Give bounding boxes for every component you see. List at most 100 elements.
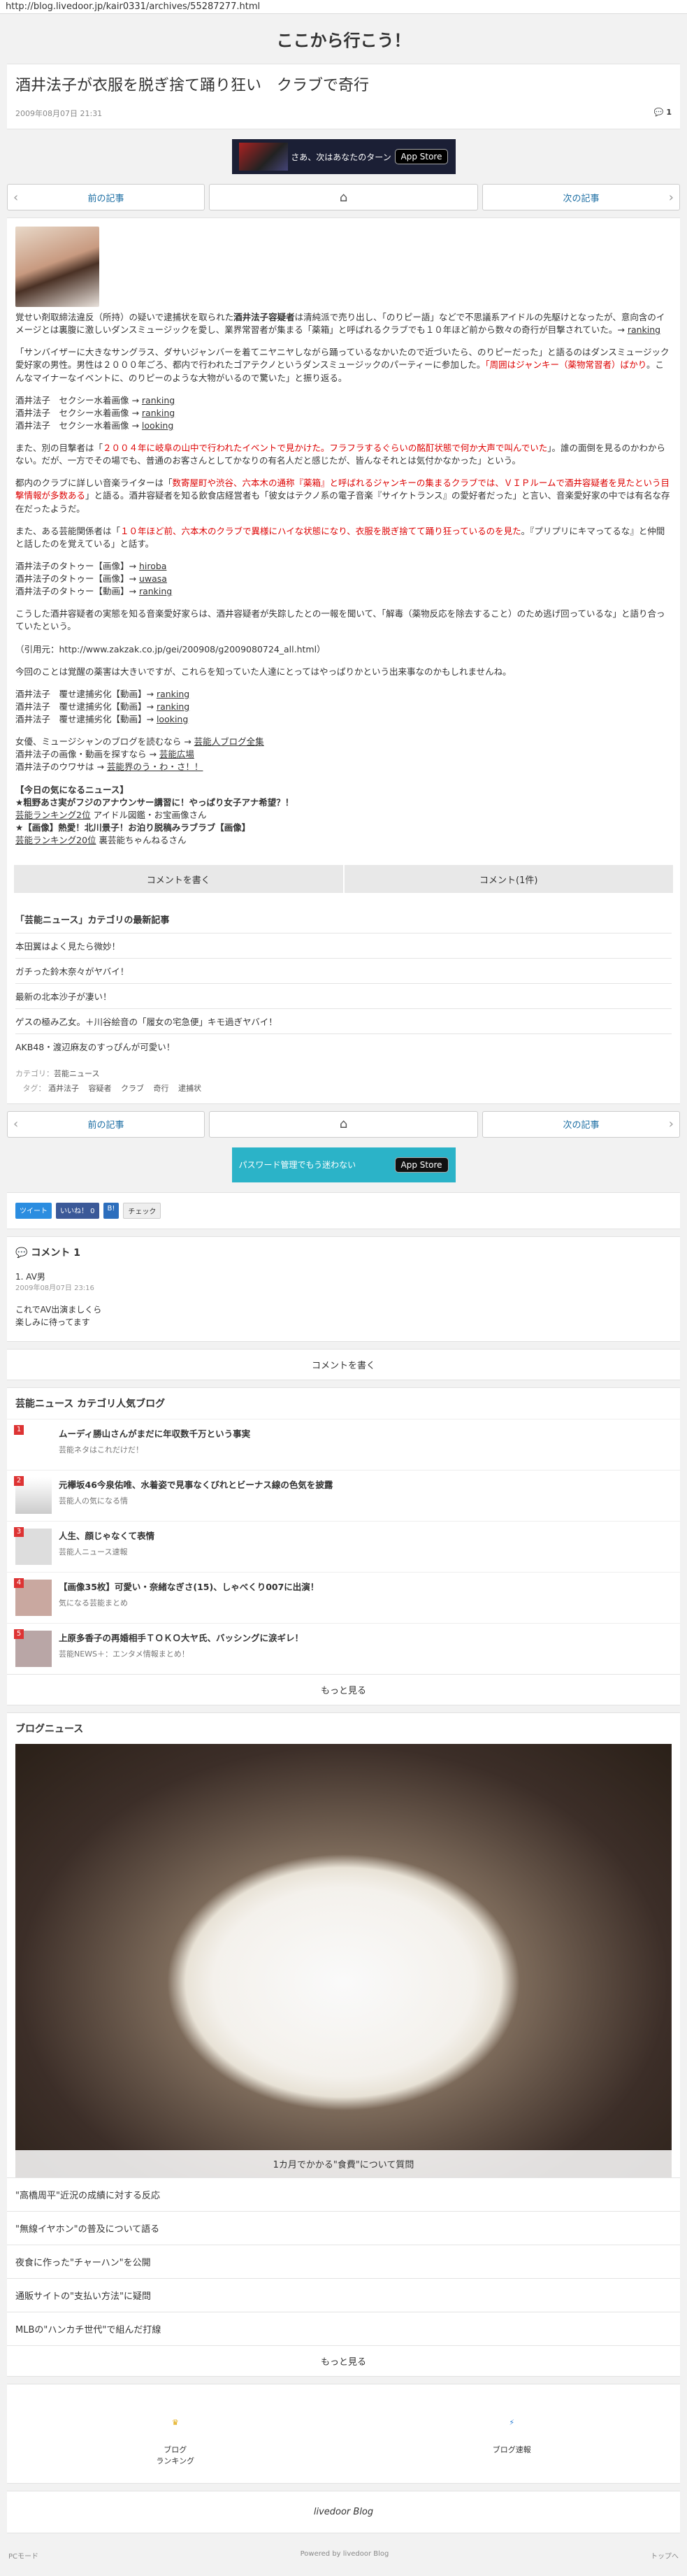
list-link[interactable]: looking xyxy=(157,714,188,724)
list-link[interactable]: 芸能人ブログ全集 xyxy=(194,736,264,747)
ranking-item[interactable]: 1 ムーディ勝山さんがまだに年収数千万という事実 芸能ネタはこれだけだ！ xyxy=(7,1418,680,1470)
home-button[interactable]: ⌂ xyxy=(208,184,479,210)
news-item[interactable]: "高橋周平"近況の成績に対する反応 xyxy=(7,2177,680,2211)
rank-badge: 3 xyxy=(14,1526,24,1537)
news-item[interactable]: 通販サイトの"支払い方法"に疑問 xyxy=(7,2277,680,2312)
news-item[interactable]: "無線イヤホン"の普及について語る xyxy=(7,2210,680,2245)
list-link[interactable]: ranking xyxy=(142,395,175,406)
comment-count-value: 1 xyxy=(666,108,672,117)
link-list-3: 酒井法子 覆せ逮捕劣化【動画】→ ranking 酒井法子 覆せ逮捕劣化【動画】… xyxy=(15,688,190,724)
ranking-item[interactable]: 3 人生、顔じゃなくて表情 芸能人ニュース速報 xyxy=(7,1520,680,1572)
ad-text: パスワード管理でもう迷わない xyxy=(238,1160,356,1171)
check-button[interactable]: チェック xyxy=(123,1202,161,1219)
news-hero-image[interactable]: 1カ月でかかる"食費"について質問 xyxy=(15,1743,672,2177)
article-pager-top: 前の記事 ⌂ 次の記事 xyxy=(7,184,680,210)
list-link[interactable]: 芸能界のう・わ・さ！！ xyxy=(107,761,203,772)
article-date: 2009年08月07日 21:31 xyxy=(15,109,103,118)
list-link[interactable]: ranking xyxy=(142,408,175,418)
latest-item[interactable]: 最新の北本沙子が凄い！ xyxy=(15,983,672,1008)
latest-heading: 「芸能ニュース」カテゴリの最新記事 xyxy=(15,915,170,926)
category-link[interactable]: 芸能ニュース xyxy=(54,1069,99,1078)
next-article-button[interactable]: 次の記事 xyxy=(482,184,680,210)
ad-image xyxy=(238,143,288,171)
ranking-item[interactable]: 2 元欅坂46今泉佑唯、水着姿で見事なくびれとビーナス線の色気を披露 芸能人の気に… xyxy=(7,1469,680,1521)
prev-article-button[interactable]: 前の記事 xyxy=(7,184,205,210)
latest-item[interactable]: AKB48・渡辺麻友のすっぴんが可愛い！ xyxy=(15,1033,672,1059)
view-comments-button[interactable]: コメント(1件) xyxy=(344,865,673,894)
rank-badge: 2 xyxy=(14,1475,24,1486)
ad-banner-top[interactable]: さあ、次はあなたのターン App Store xyxy=(231,139,456,174)
comments-section: 💬 コメント 1 1. AV男 2009年08月07日 23:16 これでAV出… xyxy=(7,1236,680,1342)
article-photo xyxy=(15,227,99,307)
comment-count[interactable]: 💬 1 xyxy=(654,108,672,119)
list-link[interactable]: ranking xyxy=(157,689,189,699)
tags: カテゴリ：芸能ニュース タグ： 酒井法子 容疑者 クラブ 奇行 逮捕状 xyxy=(15,1069,201,1094)
article-header: 酒井法子が衣服を脱ぎ捨て踊り狂い クラブで奇行 2009年08月07日 21:3… xyxy=(7,64,680,129)
news-more-link[interactable]: もっと見る xyxy=(7,2345,680,2376)
write-comment-button[interactable]: コメントを書く xyxy=(14,865,343,894)
blog-news: ブログニュース 1カ月でかかる"食費"について質問 "高橋周平"近況の成績に対す… xyxy=(7,1712,680,2377)
list-link[interactable]: ranking xyxy=(139,586,172,596)
paragraph-3: また、別の目撃者は「２００４年に岐阜の山中で行われたイベントで見かけた。フラフラ… xyxy=(15,443,666,466)
paragraph-2: 「サンバイザーに大きなサングラス、ダサいジャンバーを着てニヤニヤしながら踊ってい… xyxy=(15,347,670,383)
home-button[interactable]: ⌂ xyxy=(208,1110,479,1138)
blog-speed-link[interactable]: ⚡ ブログ速報 xyxy=(344,2384,681,2483)
source-citation: （引用元：http://www.zakzak.co.jp/gei/200908/… xyxy=(15,643,326,654)
blog-news-title: ブログニュース xyxy=(15,1723,84,1735)
tweet-button[interactable]: ツイート xyxy=(15,1202,52,1219)
comment-text: 楽しみに待ってます xyxy=(15,1317,90,1327)
ranking-item[interactable]: 4 【画像35枚】可愛い・奈緒なぎさ(15)、しゃべくり007に出演！ 気になる芸… xyxy=(7,1571,680,1623)
latest-item[interactable]: 本田翼はよく見たら微妙！ xyxy=(15,933,672,958)
link-list-4: 女優、ミュージシャンのブログを読むなら → 芸能人ブログ全集 酒井法子の画像・動… xyxy=(15,736,264,773)
ranking-link[interactable]: 芸能ランキング20位 xyxy=(15,835,96,845)
list-link[interactable]: looking xyxy=(142,420,173,431)
ranking-more-link[interactable]: もっと見る xyxy=(7,1673,680,1705)
tag-link[interactable]: 酒井法子 xyxy=(48,1084,79,1093)
todays-news-title: 【今日の気になるニュース】 xyxy=(15,784,129,795)
prev-article-button[interactable]: 前の記事 xyxy=(7,1110,205,1138)
news-item[interactable]: 夜食に作った"チャーハン"を公開 xyxy=(7,2244,680,2278)
list-link[interactable]: 芸能広場 xyxy=(159,749,194,759)
ranking-link[interactable]: ranking xyxy=(628,324,660,335)
crown-icon: ♛ xyxy=(171,2417,179,2427)
site-title[interactable]: ここから行こう！ xyxy=(0,14,687,64)
paragraph-5: また、ある芸能関係者は「１０年ほど前、六本木のクラブで異様にハイな状態になり、衣… xyxy=(15,525,665,549)
paragraph-4: 都内のクラブに詳しい音楽ライターは「数寄屋町や渋谷、六本木の通称『薬箱』と呼ばれ… xyxy=(15,478,670,514)
tag-link[interactable]: 逮捕状 xyxy=(178,1084,201,1093)
write-comment-link[interactable]: コメントを書く xyxy=(7,1350,680,1380)
news-item[interactable]: MLBの"ハンカチ世代"で組んだ打線 xyxy=(7,2311,680,2345)
ad-banner-bottom[interactable]: パスワード管理でもう迷わない App Store xyxy=(231,1147,456,1182)
latest-item[interactable]: ガチった鈴木奈々がヤバイ！ xyxy=(15,958,672,983)
article-pager-bottom: 前の記事 ⌂ 次の記事 xyxy=(7,1110,680,1138)
rank-badge: 4 xyxy=(14,1577,24,1588)
powered-by: Powered by livedoor Blog xyxy=(300,2549,389,2558)
link-list-2: 酒井法子のタトゥー【画像】→ hiroba 酒井法子のタトゥー【画像】→ uwa… xyxy=(15,560,173,597)
write-comment-bar: コメントを書く xyxy=(7,1348,680,1380)
pc-mode-link[interactable]: PCモード xyxy=(8,2550,38,2561)
ranking-title: 芸能ニュース カテゴリ人気ブログ xyxy=(15,1398,166,1410)
hatena-bookmark-button[interactable]: B! xyxy=(103,1202,120,1219)
tag-link[interactable]: クラブ xyxy=(121,1084,144,1093)
home-icon: ⌂ xyxy=(339,1117,348,1132)
tag-link[interactable]: 奇行 xyxy=(154,1084,169,1093)
list-link[interactable]: uwasa xyxy=(139,573,167,584)
list-link[interactable]: hiroba xyxy=(139,561,167,571)
ad-text: さあ、次はあなたのターン xyxy=(291,152,391,162)
latest-item[interactable]: ゲスの極み乙女。＋川谷絵音の「履女の宅急便」キモ過ぎヤバイ！ xyxy=(15,1008,672,1033)
url-bar: http://blog.livedoor.jp/kair0331/archive… xyxy=(0,0,687,14)
ranking-item[interactable]: 5 上原多香子の再婚相手ＴＯＫＯ大ヤ氏、バッシングに涙ギレ！ 芸能NEWS＋：エン… xyxy=(7,1622,680,1674)
facebook-like-button[interactable]: いいね！ 0 xyxy=(56,1202,99,1219)
comment-item: 1. AV男 2009年08月07日 23:16 これでAV出演ましくら 楽しみ… xyxy=(7,1268,680,1341)
social-buttons: ツイート いいね！ 0 B! チェック xyxy=(7,1192,680,1229)
list-link[interactable]: ranking xyxy=(157,701,189,712)
article-title: 酒井法子が衣服を脱ぎ捨て踊り狂い クラブで奇行 xyxy=(15,77,370,94)
comment-author: 1. AV男 xyxy=(15,1271,45,1282)
blog-ranking-link[interactable]: ♛ ブログ ランキング xyxy=(7,2384,344,2483)
livedoor-logo[interactable]: livedoor Blog xyxy=(7,2491,680,2533)
bottom-bar: PCモード Powered by livedoor Blog トップへ xyxy=(0,2540,687,2570)
back-to-top-link[interactable]: トップへ xyxy=(651,2550,679,2561)
ranking-link[interactable]: 芸能ランキング2位 xyxy=(15,810,91,820)
comment-text: これでAV出演ましくら xyxy=(15,1304,102,1315)
tag-link[interactable]: 容疑者 xyxy=(89,1084,112,1093)
next-article-button[interactable]: 次の記事 xyxy=(482,1110,680,1138)
